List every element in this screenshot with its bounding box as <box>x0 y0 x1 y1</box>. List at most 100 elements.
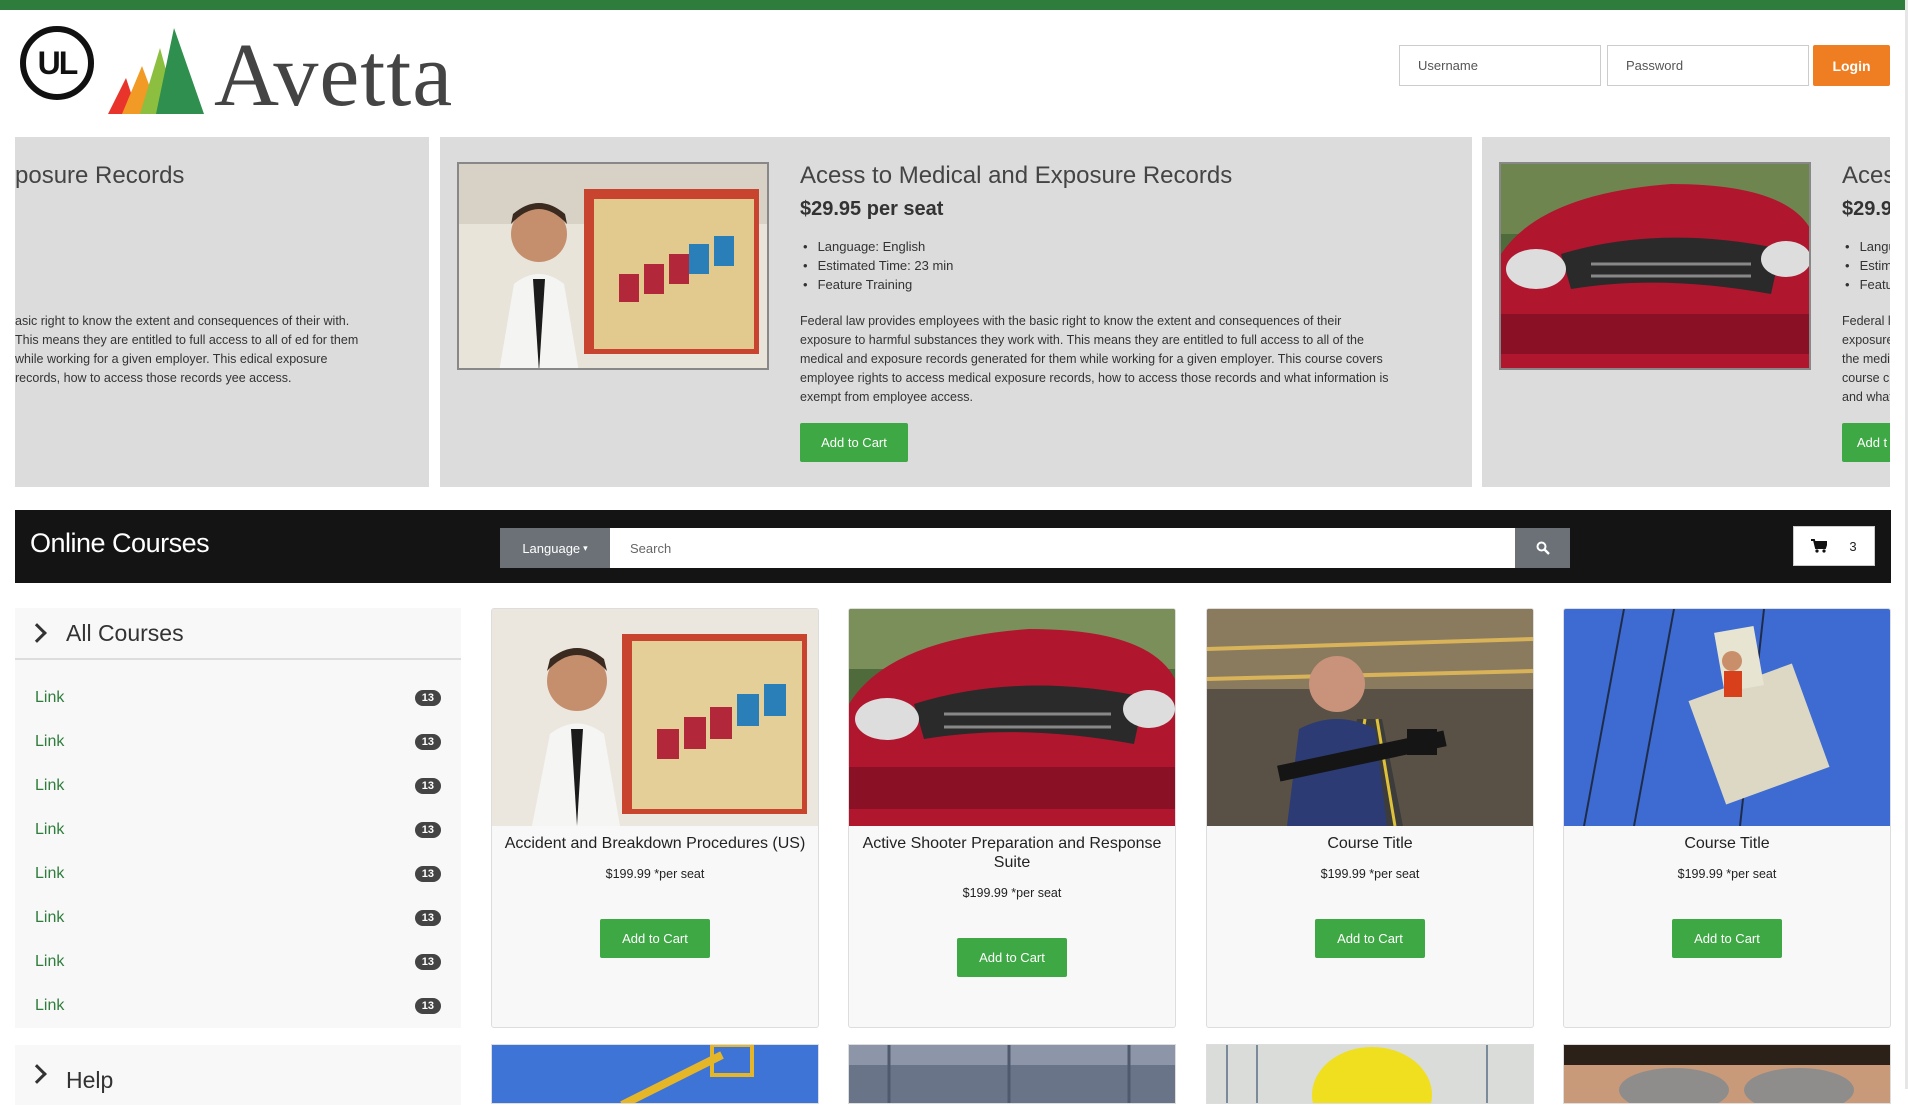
slide-add-to-cart-button[interactable]: Add t <box>1842 423 1890 462</box>
sidebar-heading-label: All Courses <box>66 619 184 646</box>
slide-detail-type: Feature Training <box>803 275 953 294</box>
language-dropdown[interactable]: Language ▾ <box>500 528 610 568</box>
count-badge: 13 <box>414 910 441 926</box>
course-price: $199.99 *per seat <box>605 867 705 881</box>
course-card[interactable]: Course Title $199.99 *per seat Add to Ca… <box>1563 608 1891 1028</box>
slide-detail-time: Estimated Time: 23 min <box>803 256 954 275</box>
slide-description: Federal law provides employees with the … <box>800 314 1389 404</box>
slide-detail-language: Language: English <box>803 237 953 256</box>
login-button[interactable]: Login <box>1813 45 1890 86</box>
sidebar-heading-label: Help <box>66 1067 114 1093</box>
course-price: $199.99 *per seat <box>962 886 1062 900</box>
count-badge: 13 <box>414 998 441 1014</box>
cart-icon <box>1811 539 1828 553</box>
sidebar-item-link[interactable]: Link <box>35 777 64 795</box>
featured-carousel[interactable]: posure Records asic right to know the ex… <box>15 137 1890 487</box>
sidebar-heading-help[interactable]: Help <box>15 1045 461 1105</box>
sidebar-item[interactable]: Link 13 <box>15 812 461 848</box>
slide-add-to-cart-button[interactable]: Add to Cart <box>800 423 908 462</box>
sidebar-item[interactable]: Link 13 <box>15 900 461 936</box>
add-to-cart-button[interactable]: Add to Cart <box>957 938 1067 977</box>
header: UL Avetta Username Password Login <box>0 10 1908 135</box>
nav-title: Online Courses <box>30 528 210 558</box>
sidebar-item[interactable]: Link 13 <box>15 988 461 1024</box>
course-title[interactable]: Active Shooter Preparation and Response … <box>855 834 1169 872</box>
language-label: Language <box>522 540 581 556</box>
ul-logo[interactable]: UL <box>20 26 94 100</box>
course-image-industrial[interactable] <box>849 1045 1176 1104</box>
course-title[interactable]: Accident and Breakdown Procedures (US) <box>498 834 812 853</box>
search-input[interactable]: Search <box>610 528 1515 568</box>
sidebar-item[interactable]: Link 13 <box>15 856 461 892</box>
sidebar-item-link[interactable]: Link <box>35 733 64 751</box>
course-card[interactable]: Course Title $199.99 *per seat Add to Ca… <box>1206 608 1534 1028</box>
add-to-cart-button[interactable]: Add to Cart <box>600 919 710 958</box>
ul-logo-text: UL <box>37 44 79 81</box>
course-image-safety-glasses[interactable] <box>1564 1045 1891 1104</box>
course-price: $199.99 *per seat <box>1677 867 1777 881</box>
desc-line: Federal l <box>1842 314 1890 328</box>
course-title[interactable]: Course Title <box>1570 834 1884 853</box>
course-price: $199.99 *per seat <box>1320 867 1420 881</box>
count-badge: 13 <box>414 866 441 882</box>
slide-price: $29.95 per seat <box>800 198 944 220</box>
course-image-red-car[interactable] <box>849 609 1175 826</box>
search-button[interactable] <box>1515 528 1570 568</box>
sidebar-item[interactable]: Link 13 <box>15 724 461 760</box>
count-badge: 13 <box>414 778 441 794</box>
carousel-slide-active[interactable]: Acess to Medical and Exposure Records $2… <box>440 137 1472 487</box>
desc-line: course c <box>1842 371 1890 385</box>
course-card-partial[interactable] <box>1206 1044 1534 1104</box>
desc-line: and what <box>1842 390 1890 404</box>
sidebar-item-link[interactable]: Link <box>35 865 64 883</box>
password-input[interactable]: Password <box>1607 45 1809 86</box>
desc-line: the medi <box>1842 352 1890 366</box>
sidebar-item-link[interactable]: Link <box>35 953 64 971</box>
courses-navbar: Online Courses Language ▾ Search 3 <box>15 510 1891 583</box>
course-image-lift[interactable] <box>492 1045 819 1104</box>
course-image-warehouse[interactable] <box>1207 609 1533 826</box>
desc-line: exposure <box>1842 333 1890 347</box>
caret-down-icon: ▾ <box>583 542 588 553</box>
sidebar-item-link[interactable]: Link <box>35 689 64 707</box>
course-image-hardhat[interactable] <box>1207 1045 1534 1104</box>
add-to-cart-button[interactable]: Add to Cart <box>1315 919 1425 958</box>
carousel-slide-next[interactable]: Aces $29.9 Langu Estima Featu Federal l … <box>1482 137 1890 487</box>
course-card-partial[interactable] <box>491 1044 819 1104</box>
sidebar-item-link[interactable]: Link <box>35 821 64 839</box>
course-image-utility-worker[interactable] <box>1564 609 1890 826</box>
cart-button[interactable]: 3 <box>1793 526 1875 566</box>
count-badge: 13 <box>414 822 441 838</box>
sidebar-item[interactable]: Link 13 <box>15 768 461 804</box>
slide-description: Federal l exposure the medi course c and… <box>1842 312 1890 407</box>
slide-title: posure Records <box>15 162 185 189</box>
count-badge: 13 <box>414 690 441 706</box>
avetta-logo-mark[interactable] <box>108 28 204 114</box>
search-icon <box>1536 541 1550 555</box>
top-accent-bar <box>0 0 1908 10</box>
sidebar-heading-all-courses[interactable]: All Courses <box>15 608 461 660</box>
slide-image-red-car[interactable] <box>1499 162 1811 370</box>
course-card[interactable]: Active Shooter Preparation and Response … <box>848 608 1176 1028</box>
course-image-medical-records[interactable] <box>492 609 818 826</box>
slide-detail-type: Featu <box>1845 275 1890 294</box>
sidebar-item-link[interactable]: Link <box>35 909 64 927</box>
slide-details-list: Langu Estima Featu <box>1845 237 1890 294</box>
course-card-partial[interactable] <box>1563 1044 1891 1104</box>
slide-detail-time: Estima <box>1845 256 1890 275</box>
username-input[interactable]: Username <box>1399 45 1601 86</box>
slide-description: asic right to know the extent and conseq… <box>15 314 359 385</box>
course-card-partial[interactable] <box>848 1044 1176 1104</box>
sidebar-help: Help <box>15 1045 461 1105</box>
course-card[interactable]: Accident and Breakdown Procedures (US) $… <box>491 608 819 1028</box>
slide-image-medical-records[interactable] <box>457 162 769 370</box>
sidebar-item[interactable]: Link 13 <box>15 944 461 980</box>
sidebar-item-link[interactable]: Link <box>35 997 64 1015</box>
course-title[interactable]: Course Title <box>1213 834 1527 853</box>
slide-details-list: Language: English Estimated Time: 23 min… <box>803 237 954 294</box>
add-to-cart-button[interactable]: Add to Cart <box>1672 919 1782 958</box>
cart-count: 3 <box>1849 538 1857 554</box>
count-badge: 13 <box>414 954 441 970</box>
carousel-slide-prev[interactable]: posure Records asic right to know the ex… <box>15 137 429 487</box>
sidebar-item[interactable]: Link 13 <box>15 680 461 716</box>
